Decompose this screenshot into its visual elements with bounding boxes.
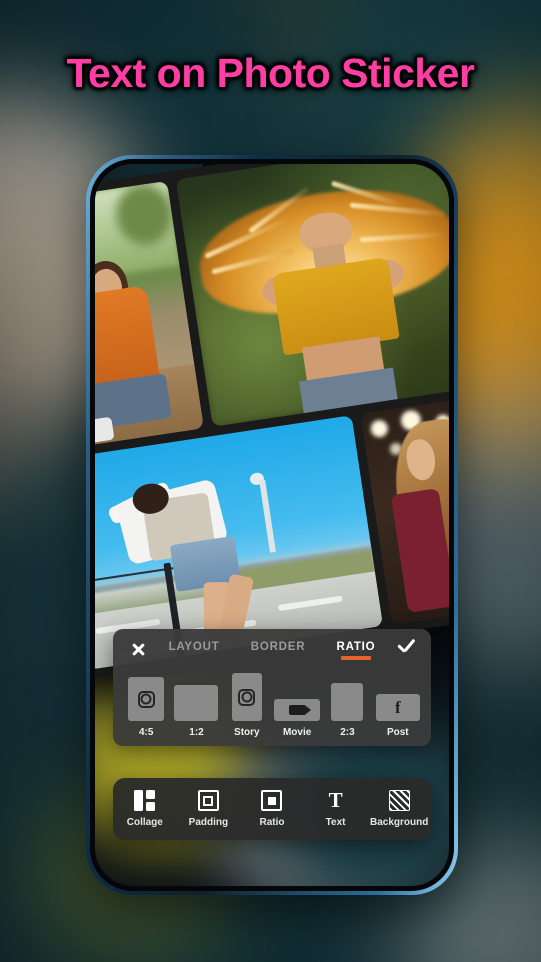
tool-collage-label: Collage	[126, 817, 163, 828]
tool-collage[interactable]: Collage	[113, 790, 177, 828]
ratio-label-1-2: 1:2	[189, 727, 204, 738]
grid-icon	[134, 790, 156, 811]
bottom-toolbar: Collage Padding Ratio T Text Background	[113, 778, 431, 840]
ratio-option-story[interactable]: Story	[222, 673, 272, 738]
ratio-option-4-5[interactable]: 4:5	[121, 677, 171, 738]
ratio-label-post: Post	[386, 727, 409, 738]
tool-ratio[interactable]: Ratio	[240, 790, 304, 828]
nested-square-icon	[197, 790, 219, 811]
tool-padding[interactable]: Padding	[177, 790, 241, 828]
editor-tabs: LAYOUT BORDER RATIO	[153, 637, 391, 661]
tab-border-label: BORDER	[250, 641, 306, 653]
phone-screen: LAYOUT BORDER RATIO 4:5 1:2 Story Movie …	[95, 164, 449, 886]
tool-background[interactable]: Background	[367, 790, 431, 828]
phone-bezel: LAYOUT BORDER RATIO 4:5 1:2 Story Movie …	[90, 159, 454, 891]
check-icon	[396, 643, 416, 655]
ratio-thumb-post: f	[375, 694, 420, 721]
close-button[interactable]	[123, 642, 153, 657]
ratio-thumb-story	[231, 673, 262, 721]
ratio-thumb-2-3	[331, 683, 364, 721]
instagram-camera-icon	[238, 688, 256, 706]
filled-square-icon	[261, 790, 283, 811]
tab-layout-label: LAYOUT	[168, 641, 220, 653]
facebook-icon: f	[394, 698, 401, 717]
instagram-camera-icon	[137, 690, 155, 708]
collage-row-top	[95, 164, 449, 451]
ratio-option-movie[interactable]: Movie	[272, 699, 322, 738]
text-t-icon: T	[328, 788, 343, 812]
tool-text[interactable]: T Text	[304, 788, 368, 829]
page-title: Text on Photo Sticker	[66, 50, 475, 96]
close-icon	[131, 642, 146, 657]
ratio-option-1-2[interactable]: 1:2	[171, 685, 221, 738]
hatched-square-icon	[388, 790, 410, 811]
ratio-label-movie: Movie	[282, 727, 312, 738]
phone-mockup: LAYOUT BORDER RATIO 4:5 1:2 Story Movie …	[86, 155, 458, 895]
ratio-thumb-1-2	[174, 685, 219, 721]
ratio-label-story: Story	[234, 727, 260, 738]
tab-layout[interactable]: LAYOUT	[167, 637, 222, 661]
tab-ratio[interactable]: RATIO	[334, 637, 377, 661]
collage-cell-top-right[interactable]	[175, 164, 449, 428]
ratio-label-2-3: 2:3	[340, 727, 355, 738]
tool-text-label: Text	[325, 817, 346, 828]
photo-hair-flip-yellow-top	[175, 164, 449, 428]
collage-canvas[interactable]	[95, 164, 449, 680]
confirm-button[interactable]	[391, 643, 421, 655]
ratio-label-4-5: 4:5	[138, 727, 154, 738]
collage-grid	[95, 164, 449, 680]
tool-padding-label: Padding	[188, 817, 229, 828]
tool-ratio-label: Ratio	[259, 817, 285, 828]
ratio-options-row: 4:5 1:2 Story Movie 2:3 f Post	[113, 669, 431, 738]
tool-background-label: Background	[370, 817, 429, 828]
editor-panel: LAYOUT BORDER RATIO 4:5 1:2 Story Movie …	[113, 629, 431, 746]
video-camera-icon	[288, 705, 311, 715]
editor-tabbar: LAYOUT BORDER RATIO	[113, 629, 431, 669]
tab-ratio-label: RATIO	[336, 641, 376, 653]
ratio-thumb-movie	[274, 699, 321, 721]
tab-border[interactable]: BORDER	[249, 637, 308, 661]
ratio-option-post[interactable]: f Post	[373, 694, 423, 738]
ratio-thumb-4-5	[128, 677, 165, 721]
active-tab-underline	[340, 656, 371, 660]
ratio-option-2-3[interactable]: 2:3	[322, 683, 372, 738]
